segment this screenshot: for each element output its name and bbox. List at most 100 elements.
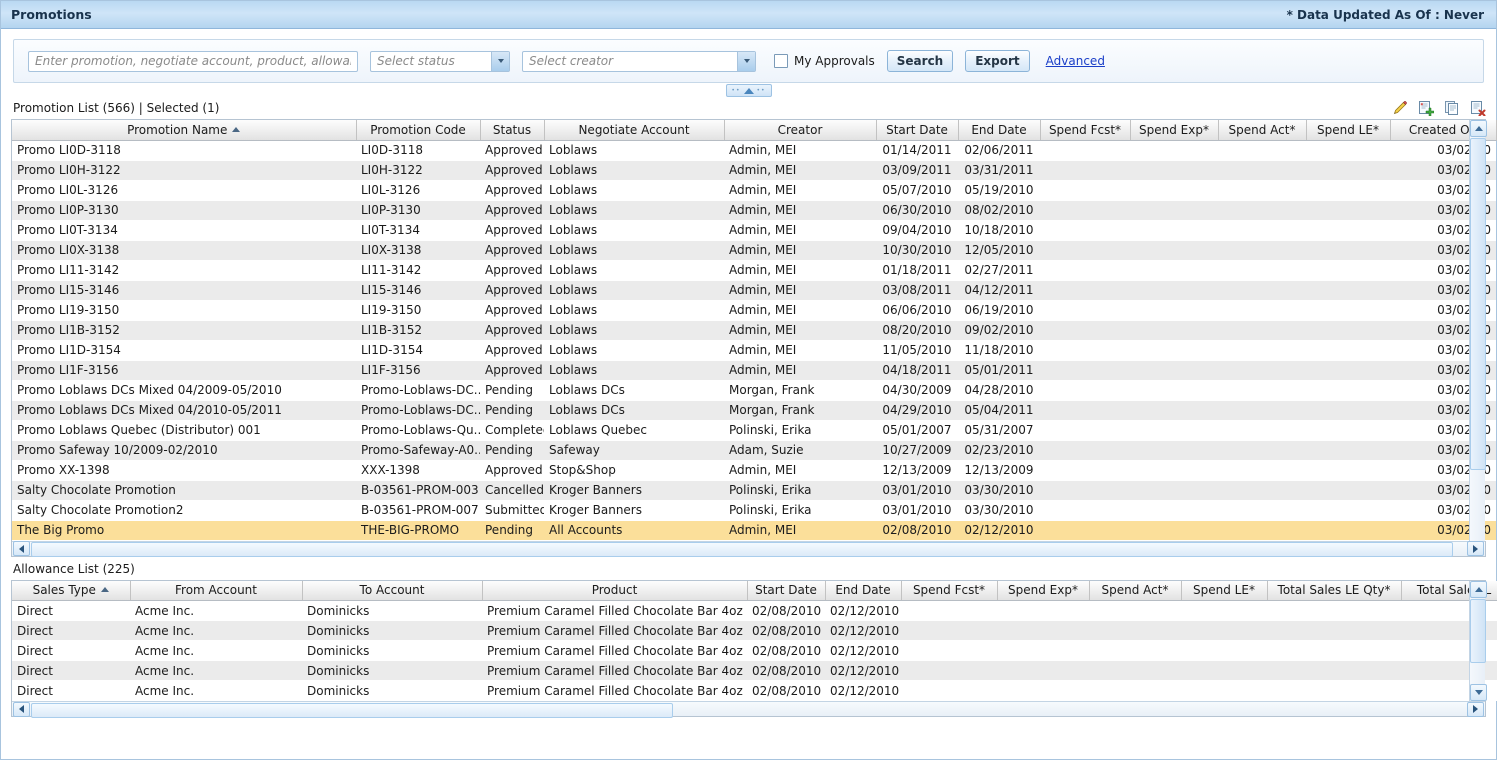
scroll-up-button[interactable] xyxy=(1470,120,1487,137)
column-header-to-account[interactable]: To Account xyxy=(302,581,482,601)
horizontal-scroll-track[interactable] xyxy=(31,703,1466,716)
cell-end: 02/12/2010 xyxy=(825,661,901,681)
allowance-table-row[interactable]: DirectAcme Inc.DominicksPremium Caramel … xyxy=(12,681,1497,701)
column-header-from-account[interactable]: From Account xyxy=(130,581,302,601)
cell-start: 06/30/2010 xyxy=(876,200,958,220)
promotion-table-row[interactable]: Promo Loblaws Quebec (Distributor) 001Pr… xyxy=(12,420,1496,440)
promotion-table-row[interactable]: Promo LI0X-3138LI0X-3138ApprovedLoblawsA… xyxy=(12,240,1496,260)
promotion-table-row[interactable]: Promo LI0L-3126LI0L-3126ApprovedLoblawsA… xyxy=(12,180,1496,200)
promotion-table-row[interactable]: Promo LI19-3150LI19-3150ApprovedLoblawsA… xyxy=(12,300,1496,320)
vertical-scroll-thumb[interactable] xyxy=(1470,138,1486,470)
scroll-left-button[interactable] xyxy=(13,541,30,556)
status-select[interactable]: Select status xyxy=(370,51,510,72)
promotion-table-row[interactable]: Salty Chocolate Promotion2B-03561-PROM-0… xyxy=(12,500,1496,520)
cell-creator: Adam, Suzie xyxy=(724,440,876,460)
scroll-down-button[interactable] xyxy=(1470,684,1487,701)
add-document-icon[interactable] xyxy=(1418,100,1434,116)
cell-account: Stop&Shop xyxy=(544,460,724,480)
promotion-table-row[interactable]: Promo Safeway 10/2009-02/2010Promo-Safew… xyxy=(12,440,1496,460)
export-button[interactable]: Export xyxy=(965,50,1029,72)
cell-name: Promo LI1F-3156 xyxy=(12,360,356,380)
cell-creator: Admin, MEI xyxy=(724,200,876,220)
allowance-table-row[interactable]: DirectAcme Inc.DominicksPremium Caramel … xyxy=(12,641,1497,661)
scroll-up-button[interactable] xyxy=(1470,581,1487,598)
column-header-promotion-name[interactable]: Promotion Name xyxy=(12,120,356,140)
cell-account: Kroger Banners xyxy=(544,480,724,500)
column-header-product[interactable]: Product xyxy=(482,581,747,601)
cell-start: 05/07/2010 xyxy=(876,180,958,200)
column-header-negotiate-account[interactable]: Negotiate Account xyxy=(544,120,724,140)
promotion-table-row[interactable]: Promo LI0P-3130LI0P-3130ApprovedLoblawsA… xyxy=(12,200,1496,220)
horizontal-scroll-track[interactable] xyxy=(31,542,1466,555)
column-header-creator[interactable]: Creator xyxy=(724,120,876,140)
column-header-spend-exp[interactable]: Spend Exp* xyxy=(1130,120,1218,140)
cell-code: LI19-3150 xyxy=(356,300,480,320)
cell-fcst xyxy=(901,681,997,701)
column-header-spend-fcst[interactable]: Spend Fcst* xyxy=(901,581,997,601)
promotion-table-row[interactable]: Promo LI1B-3152LI1B-3152ApprovedLoblawsA… xyxy=(12,320,1496,340)
horizontal-scroll-thumb[interactable] xyxy=(31,703,673,718)
delete-document-icon[interactable] xyxy=(1470,100,1486,116)
allowance-table-row[interactable]: DirectAcme Inc.DominicksPremium Caramel … xyxy=(12,621,1497,641)
cell-name: Promo XX-1398 xyxy=(12,460,356,480)
search-panel: Select status Select creator My Approval… xyxy=(13,39,1484,83)
edit-icon[interactable] xyxy=(1392,100,1408,116)
promotion-table-row[interactable]: Promo LI0H-3122LI0H-3122ApprovedLoblawsA… xyxy=(12,160,1496,180)
cell-name: Promo LI0D-3118 xyxy=(12,140,356,160)
allowance-horizontal-scrollbar[interactable] xyxy=(12,701,1485,716)
column-header-total-sales-le-qty[interactable]: Total Sales LE Qty* xyxy=(1267,581,1401,601)
cell-account: Loblaws xyxy=(544,360,724,380)
chevron-down-icon[interactable] xyxy=(737,52,755,71)
promotion-table-row[interactable]: Promo Loblaws DCs Mixed 04/2009-05/2010P… xyxy=(12,380,1496,400)
copy-document-icon[interactable] xyxy=(1444,100,1460,116)
creator-select[interactable]: Select creator xyxy=(522,51,756,72)
promotion-table-row[interactable]: Salty Chocolate PromotionB-03561-PROM-00… xyxy=(12,480,1496,500)
column-header-end-date[interactable]: End Date xyxy=(958,120,1040,140)
promotion-table-row[interactable]: Promo XX-1398XXX-1398ApprovedStop&ShopAd… xyxy=(12,460,1496,480)
search-input[interactable] xyxy=(28,51,358,72)
scroll-left-button[interactable] xyxy=(13,702,30,717)
promotion-table-row[interactable]: Promo LI1D-3154LI1D-3154ApprovedLoblawsA… xyxy=(12,340,1496,360)
column-header-spend-exp[interactable]: Spend Exp* xyxy=(997,581,1089,601)
promotion-table-row[interactable]: Promo LI11-3142LI11-3142ApprovedLoblawsA… xyxy=(12,260,1496,280)
search-button[interactable]: Search xyxy=(887,50,953,72)
cell-act xyxy=(1218,240,1306,260)
promotion-table-row[interactable]: Promo LI0T-3134LI0T-3134ApprovedLoblawsA… xyxy=(12,220,1496,240)
cell-account: Safeway xyxy=(544,440,724,460)
collapse-panel-handle[interactable]: •• •• xyxy=(726,84,772,97)
promotion-table-row[interactable]: The Big PromoTHE-BIG-PROMOPendingAll Acc… xyxy=(12,520,1496,540)
scroll-right-button[interactable] xyxy=(1467,541,1484,556)
column-header-spend-le[interactable]: Spend LE* xyxy=(1181,581,1267,601)
allowance-table-row[interactable]: DirectAcme Inc.DominicksPremium Caramel … xyxy=(12,661,1497,681)
promotion-table-row[interactable]: Promo Loblaws DCs Mixed 04/2010-05/2011P… xyxy=(12,400,1496,420)
horizontal-scroll-thumb[interactable] xyxy=(31,542,1453,557)
promotion-table-row[interactable]: Promo LI0D-3118LI0D-3118ApprovedLoblawsA… xyxy=(12,140,1496,160)
column-header-start-date[interactable]: Start Date xyxy=(876,120,958,140)
column-header-status[interactable]: Status xyxy=(480,120,544,140)
column-header-spend-fcst[interactable]: Spend Fcst* xyxy=(1040,120,1130,140)
allowance-table-row[interactable]: DirectAcme Inc.DominicksPremium Caramel … xyxy=(12,601,1497,621)
my-approvals-checkbox-wrapper[interactable]: My Approvals xyxy=(774,54,875,68)
advanced-search-link[interactable]: Advanced xyxy=(1046,54,1105,68)
column-header-spend-act[interactable]: Spend Act* xyxy=(1218,120,1306,140)
promotion-horizontal-scrollbar[interactable] xyxy=(12,541,1485,556)
promotion-table-row[interactable]: Promo LI15-3146LI15-3146ApprovedLoblawsA… xyxy=(12,280,1496,300)
column-header-start-date[interactable]: Start Date xyxy=(747,581,825,601)
chevron-up-icon[interactable] xyxy=(744,88,754,94)
cell-sales_type: Direct xyxy=(12,621,130,641)
vertical-scroll-thumb[interactable] xyxy=(1470,599,1486,663)
column-header-sales-type[interactable]: Sales Type xyxy=(12,581,130,601)
my-approvals-checkbox[interactable] xyxy=(774,54,788,68)
column-header-spend-act[interactable]: Spend Act* xyxy=(1089,581,1181,601)
column-header-spend-le[interactable]: Spend LE* xyxy=(1306,120,1390,140)
chevron-down-icon[interactable] xyxy=(491,52,509,71)
cell-from: Acme Inc. xyxy=(130,641,302,661)
promotion-vertical-scrollbar[interactable] xyxy=(1469,120,1485,541)
scroll-right-button[interactable] xyxy=(1467,702,1484,717)
cell-start: 02/08/2010 xyxy=(876,520,958,540)
allowance-vertical-scrollbar[interactable] xyxy=(1469,581,1485,702)
promotion-table-row[interactable]: Promo LI1F-3156LI1F-3156ApprovedLoblawsA… xyxy=(12,360,1496,380)
column-header-promotion-code[interactable]: Promotion Code xyxy=(356,120,480,140)
column-header-end-date[interactable]: End Date xyxy=(825,581,901,601)
cell-fcst xyxy=(1040,480,1130,500)
